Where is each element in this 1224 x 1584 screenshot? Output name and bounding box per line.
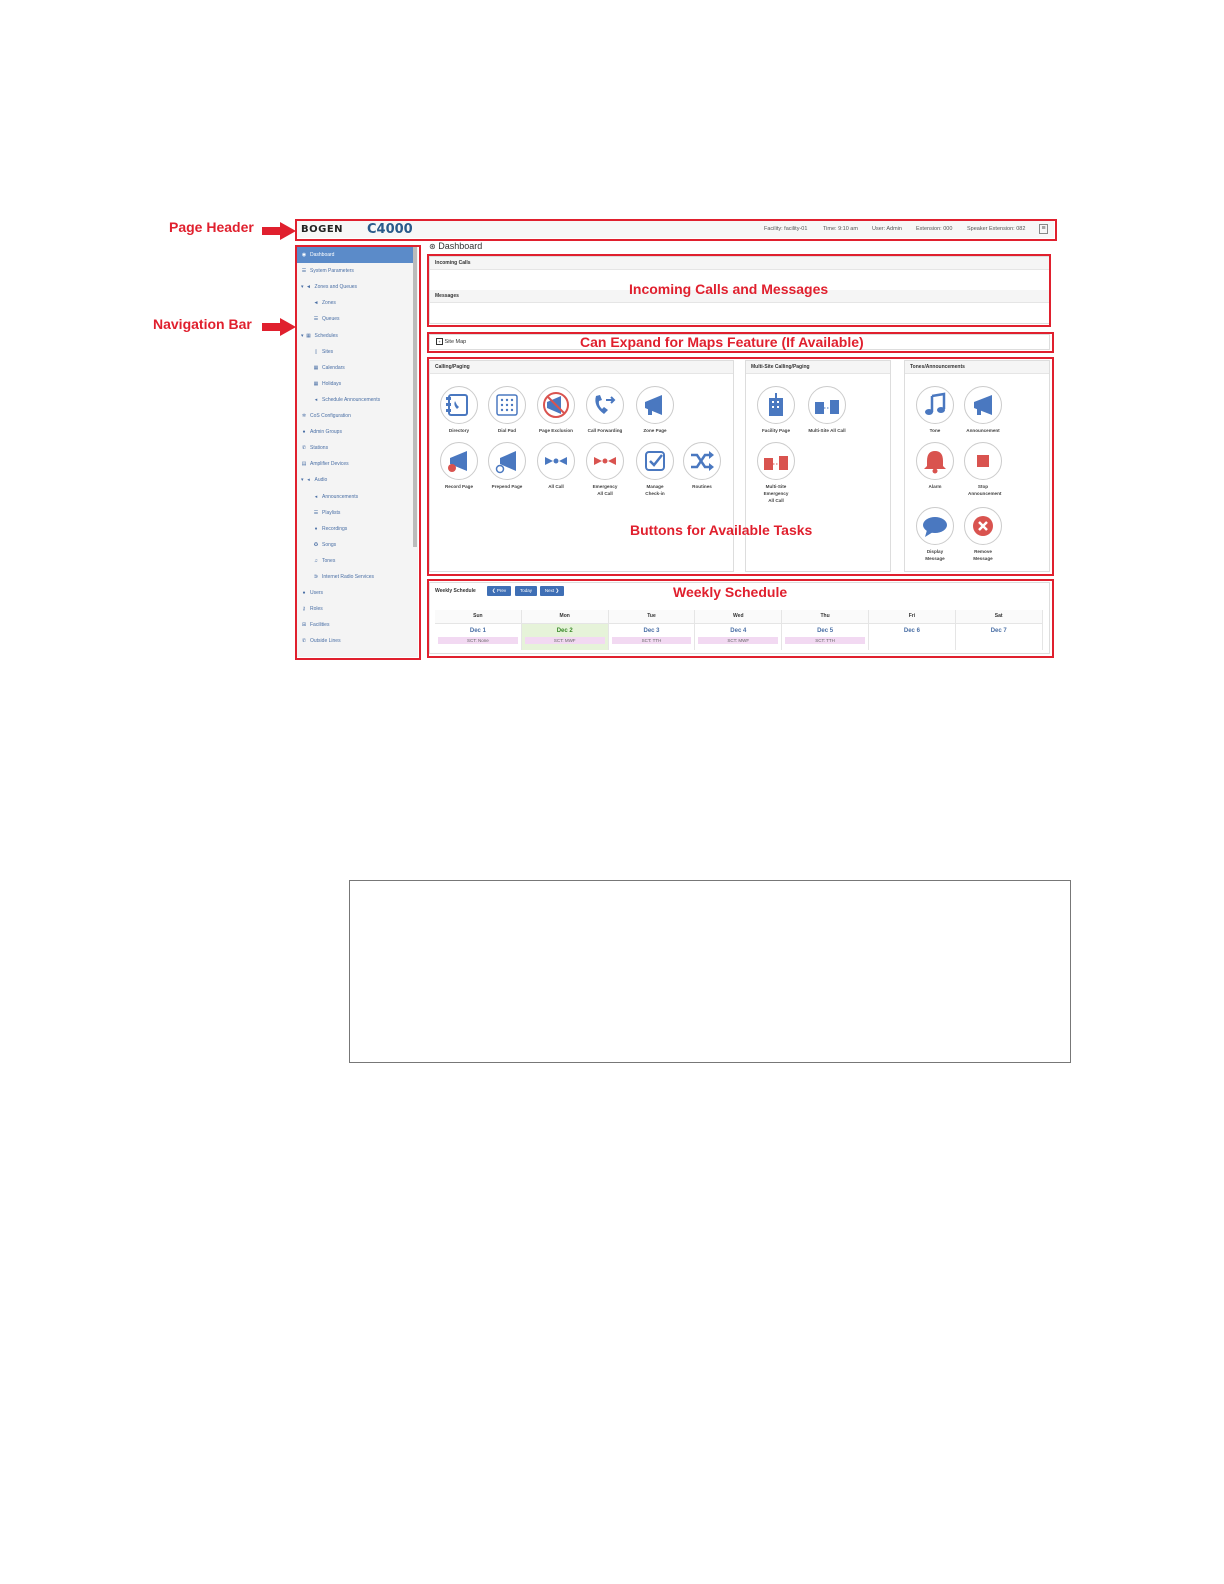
header-highlight <box>295 219 1057 241</box>
nav-highlight <box>295 245 421 660</box>
callout-incoming: Incoming Calls and Messages <box>629 281 829 297</box>
arrow-right-icon <box>262 222 296 240</box>
dashboard-icon: ⊛ <box>429 242 436 251</box>
callout-maps: Can Expand for Maps Feature (If Availabl… <box>580 334 864 350</box>
buttons-highlight <box>427 357 1054 576</box>
callout-buttons: Buttons for Available Tasks <box>630 522 813 538</box>
page-title: ⊛ Dashboard <box>429 241 483 251</box>
empty-frame <box>349 880 1071 1063</box>
callout-page-header: Page Header <box>169 219 254 235</box>
arrow-right-icon <box>262 318 296 336</box>
callout-navigation-bar: Navigation Bar <box>153 316 252 332</box>
callout-weekly: Weekly Schedule <box>673 584 788 600</box>
